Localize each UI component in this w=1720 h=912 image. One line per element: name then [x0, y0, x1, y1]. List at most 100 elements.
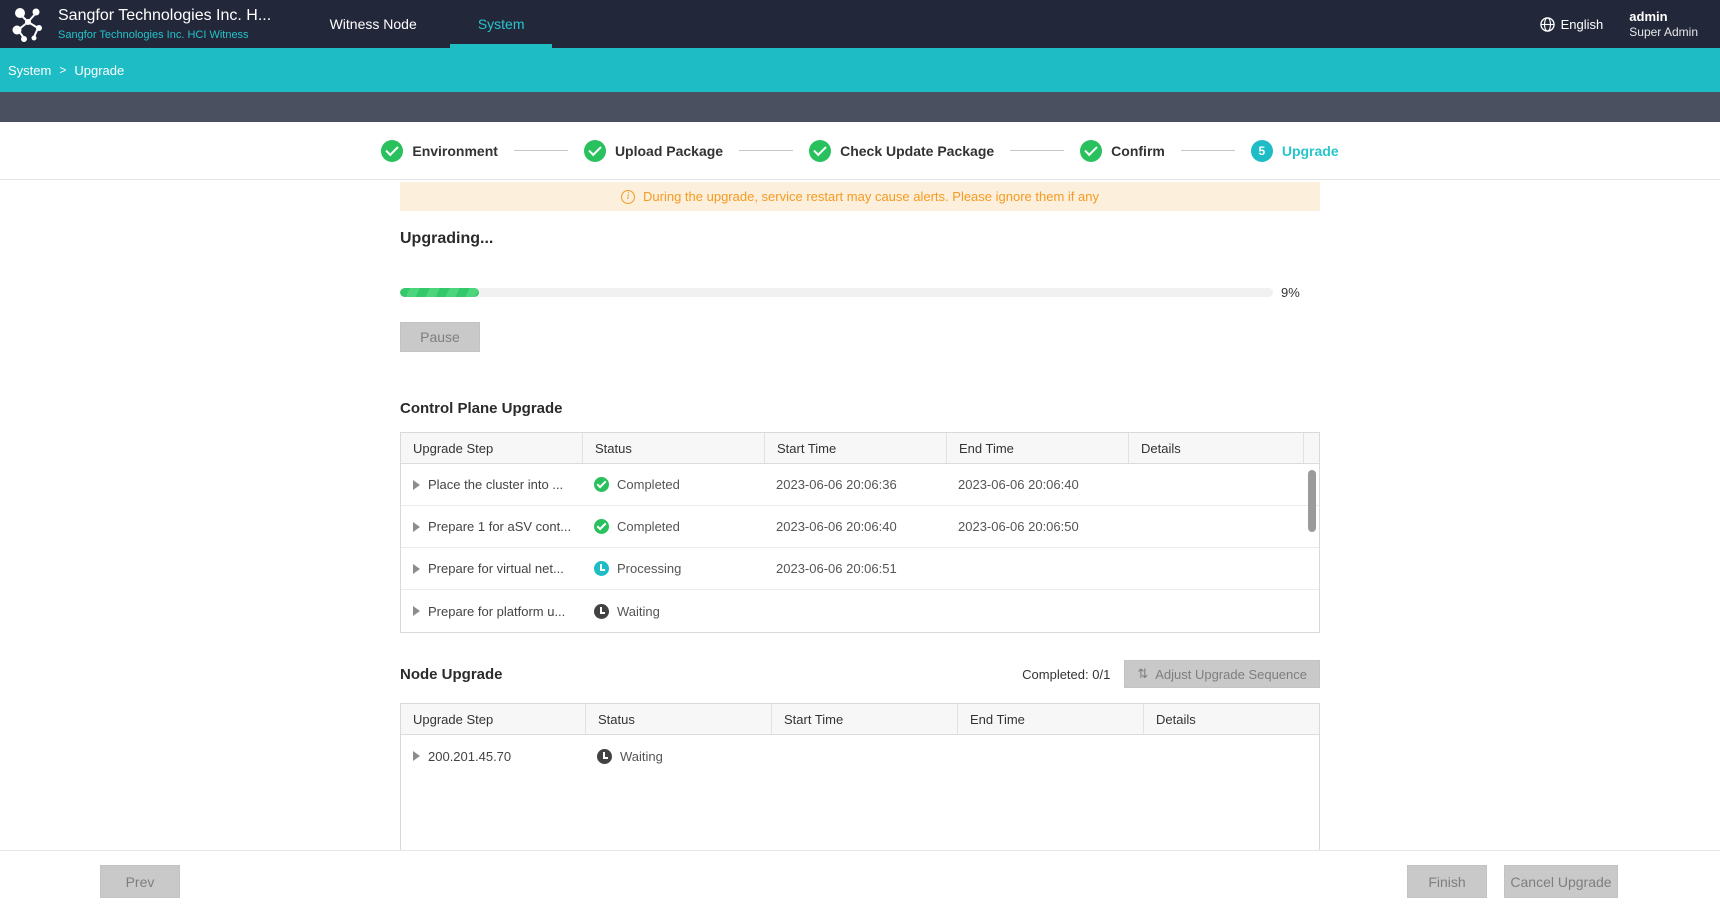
language-label: English: [1561, 17, 1604, 32]
table-row[interactable]: Prepare 1 for aSV cont... Completed 2023…: [401, 506, 1319, 548]
step-environment: Environment: [381, 140, 498, 162]
table-row[interactable]: Prepare for virtual net... Processing 20…: [401, 548, 1319, 590]
status-label: Completed: [617, 519, 680, 534]
node-upgrade-header: Node Upgrade Completed: 0/1 ⇅ Adjust Upg…: [400, 660, 1320, 688]
step-connector: [514, 150, 568, 151]
step-number-badge: 5: [1251, 140, 1273, 162]
progress-bar: [400, 288, 1273, 297]
sangfor-logo-icon: [8, 4, 48, 44]
check-icon: [809, 140, 831, 162]
end-time-cell: 2023-06-06 20:06:50: [958, 519, 1079, 534]
control-plane-table: Upgrade Step Status Start Time End Time …: [400, 432, 1320, 633]
tab-witness-node[interactable]: Witness Node: [309, 0, 437, 48]
expand-row-icon[interactable]: [413, 564, 420, 574]
col-end-time: End Time: [957, 704, 1143, 734]
status-icon: [594, 604, 609, 619]
app-header: Sangfor Technologies Inc. H... Sangfor T…: [0, 0, 1720, 48]
finish-button[interactable]: Finish: [1407, 865, 1487, 898]
sort-arrows-icon: ⇅: [1137, 668, 1148, 681]
step-upgrade: 5 Upgrade: [1251, 140, 1339, 162]
step-connector: [739, 150, 793, 151]
col-status: Status: [582, 433, 764, 463]
wizard-footer: Prev Finish Cancel Upgrade: [0, 850, 1720, 912]
progress-fill: [400, 288, 479, 297]
breadcrumb-upgrade[interactable]: Upgrade: [74, 63, 124, 78]
tab-system[interactable]: System: [437, 0, 565, 48]
start-time-cell: 2023-06-06 20:06:51: [776, 561, 897, 576]
step-check-update-package: Check Update Package: [809, 140, 994, 162]
cancel-upgrade-button[interactable]: Cancel Upgrade: [1504, 865, 1618, 898]
table-scrollbar[interactable]: [1308, 470, 1316, 532]
col-start-time: Start Time: [771, 704, 957, 734]
check-icon: [1080, 140, 1102, 162]
col-end-time: End Time: [946, 433, 1128, 463]
app-subtitle: Sangfor Technologies Inc. HCI Witness: [58, 29, 271, 43]
check-icon: [584, 140, 606, 162]
wizard-stepper: Environment Upload Package Check Update …: [0, 122, 1720, 180]
info-icon: i: [621, 190, 635, 204]
col-upgrade-step: Upgrade Step: [401, 704, 585, 734]
status-icon: [597, 749, 612, 764]
pause-button[interactable]: Pause: [400, 322, 480, 352]
col-upgrade-step: Upgrade Step: [401, 433, 582, 463]
col-status: Status: [585, 704, 771, 734]
expand-row-icon[interactable]: [413, 606, 420, 616]
table-row[interactable]: Place the cluster into ... Completed 202…: [401, 464, 1319, 506]
step-upload-package: Upload Package: [584, 140, 723, 162]
end-time-cell: 2023-06-06 20:06:40: [958, 477, 1079, 492]
upgrade-step-cell: Place the cluster into ...: [428, 477, 563, 492]
main-content: i During the upgrade, service restart ma…: [400, 182, 1320, 852]
step-connector: [1010, 150, 1064, 151]
breadcrumb-system[interactable]: System: [8, 63, 51, 78]
expand-row-icon[interactable]: [413, 751, 420, 761]
adjust-upgrade-sequence-button[interactable]: ⇅ Adjust Upgrade Sequence: [1124, 660, 1320, 688]
status-label: Processing: [617, 561, 681, 576]
check-icon: [381, 140, 403, 162]
control-plane-title: Control Plane Upgrade: [400, 400, 1320, 417]
user-role: Super Admin: [1629, 25, 1698, 39]
table-row[interactable]: 200.201.45.70 Waiting: [401, 735, 1319, 777]
language-switch[interactable]: English: [1540, 17, 1604, 32]
status-icon: [594, 519, 609, 534]
col-scrollbar-gutter: [1303, 433, 1319, 463]
col-details: Details: [1143, 704, 1319, 734]
control-plane-table-body: Place the cluster into ... Completed 202…: [401, 464, 1319, 632]
col-start-time: Start Time: [764, 433, 946, 463]
expand-row-icon[interactable]: [413, 522, 420, 532]
header-right: English admin Super Admin: [1540, 0, 1720, 48]
start-time-cell: 2023-06-06 20:06:36: [776, 477, 897, 492]
upgrade-step-cell: Prepare 1 for aSV cont...: [428, 519, 571, 534]
progress-percent: 9%: [1281, 285, 1300, 300]
app-title: Sangfor Technologies Inc. H...: [58, 6, 271, 26]
status-icon: [594, 561, 609, 576]
warning-banner: i During the upgrade, service restart ma…: [400, 182, 1320, 211]
expand-row-icon[interactable]: [413, 480, 420, 490]
breadcrumb: System > Upgrade: [0, 48, 1720, 92]
col-details: Details: [1128, 433, 1303, 463]
status-label: Waiting: [617, 604, 660, 619]
node-ip-cell: 200.201.45.70: [428, 749, 511, 764]
upgrade-step-cell: Prepare for virtual net...: [428, 561, 564, 576]
user-menu[interactable]: admin Super Admin: [1629, 9, 1702, 40]
status-label: Waiting: [620, 749, 663, 764]
step-confirm: Confirm: [1080, 140, 1165, 162]
brand-text: Sangfor Technologies Inc. H... Sangfor T…: [58, 6, 271, 43]
prev-button[interactable]: Prev: [100, 865, 180, 898]
node-upgrade-table: Upgrade Step Status Start Time End Time …: [400, 703, 1320, 861]
brand: Sangfor Technologies Inc. H... Sangfor T…: [0, 0, 271, 48]
breadcrumb-separator: >: [59, 63, 66, 77]
upgrade-step-cell: Prepare for platform u...: [428, 604, 565, 619]
status-label: Completed: [617, 477, 680, 492]
control-plane-table-header: Upgrade Step Status Start Time End Time …: [401, 433, 1319, 464]
completed-count: Completed: 0/1: [1022, 667, 1110, 682]
node-table-body: 200.201.45.70 Waiting: [401, 735, 1319, 777]
node-upgrade-title: Node Upgrade: [400, 666, 503, 683]
upgrading-heading: Upgrading...: [400, 230, 1320, 248]
status-icon: [594, 477, 609, 492]
top-nav: Witness Node System: [309, 0, 565, 48]
step-connector: [1181, 150, 1235, 151]
user-name: admin: [1629, 9, 1698, 25]
table-row[interactable]: Prepare for platform u... Waiting: [401, 590, 1319, 632]
warning-text: During the upgrade, service restart may …: [643, 189, 1099, 204]
sub-header-strip: [0, 92, 1720, 122]
